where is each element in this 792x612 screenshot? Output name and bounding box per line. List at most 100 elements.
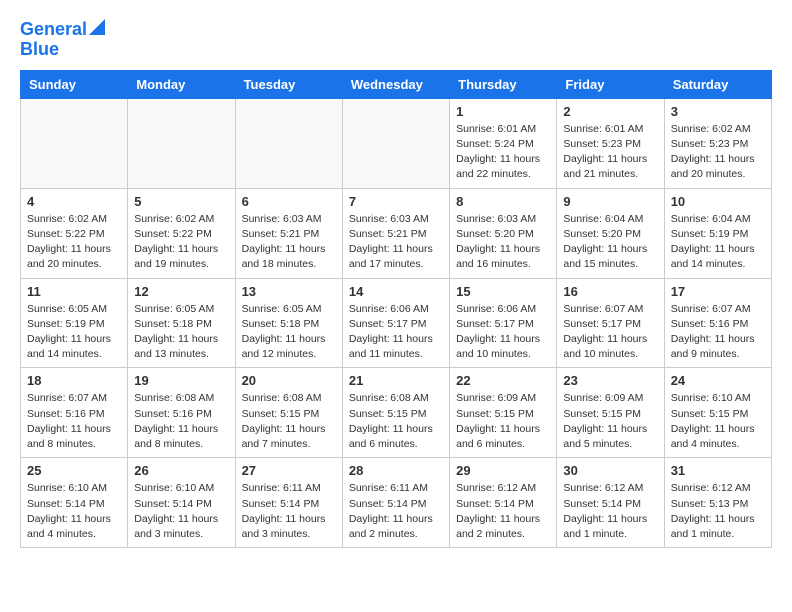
day-number: 1: [456, 104, 550, 119]
day-info: Sunrise: 6:06 AM Sunset: 5:17 PM Dayligh…: [349, 302, 443, 363]
day-of-week-header: Friday: [557, 70, 664, 98]
logo-text-blue: Blue: [20, 39, 59, 59]
calendar-week-row: 4 Sunrise: 6:02 AM Sunset: 5:22 PM Daylig…: [21, 188, 772, 278]
day-number: 22: [456, 373, 550, 388]
calendar-week-row: 11 Sunrise: 6:05 AM Sunset: 5:19 PM Dayli…: [21, 278, 772, 368]
day-number: 3: [671, 104, 765, 119]
day-of-week-header: Wednesday: [342, 70, 449, 98]
day-info: Sunrise: 6:11 AM Sunset: 5:14 PM Dayligh…: [349, 481, 443, 542]
calendar-cell: 2 Sunrise: 6:01 AM Sunset: 5:23 PM Daylig…: [557, 98, 664, 188]
day-number: 17: [671, 284, 765, 299]
day-info: Sunrise: 6:05 AM Sunset: 5:19 PM Dayligh…: [27, 302, 121, 363]
day-info: Sunrise: 6:03 AM Sunset: 5:21 PM Dayligh…: [242, 212, 336, 273]
day-number: 21: [349, 373, 443, 388]
day-number: 30: [563, 463, 657, 478]
calendar-cell: 19 Sunrise: 6:08 AM Sunset: 5:16 PM Dayli…: [128, 368, 235, 458]
day-number: 23: [563, 373, 657, 388]
calendar-cell: 11 Sunrise: 6:05 AM Sunset: 5:19 PM Dayli…: [21, 278, 128, 368]
day-info: Sunrise: 6:04 AM Sunset: 5:19 PM Dayligh…: [671, 212, 765, 273]
day-number: 28: [349, 463, 443, 478]
day-of-week-header: Monday: [128, 70, 235, 98]
day-info: Sunrise: 6:12 AM Sunset: 5:13 PM Dayligh…: [671, 481, 765, 542]
calendar-cell: [128, 98, 235, 188]
calendar-header-row: SundayMondayTuesdayWednesdayThursdayFrid…: [21, 70, 772, 98]
day-info: Sunrise: 6:12 AM Sunset: 5:14 PM Dayligh…: [456, 481, 550, 542]
day-info: Sunrise: 6:06 AM Sunset: 5:17 PM Dayligh…: [456, 302, 550, 363]
calendar-cell: 1 Sunrise: 6:01 AM Sunset: 5:24 PM Daylig…: [450, 98, 557, 188]
calendar-cell: 15 Sunrise: 6:06 AM Sunset: 5:17 PM Dayli…: [450, 278, 557, 368]
day-info: Sunrise: 6:03 AM Sunset: 5:20 PM Dayligh…: [456, 212, 550, 273]
day-number: 14: [349, 284, 443, 299]
calendar-cell: 31 Sunrise: 6:12 AM Sunset: 5:13 PM Dayli…: [664, 458, 771, 548]
calendar-cell: [342, 98, 449, 188]
calendar-cell: 10Sunrise: 6:04 AM Sunset: 5:19 PM Dayli…: [664, 188, 771, 278]
day-info: Sunrise: 6:09 AM Sunset: 5:15 PM Dayligh…: [456, 391, 550, 452]
calendar-cell: 6 Sunrise: 6:03 AM Sunset: 5:21 PM Daylig…: [235, 188, 342, 278]
day-number: 9: [563, 194, 657, 209]
day-number: 15: [456, 284, 550, 299]
day-number: 7: [349, 194, 443, 209]
calendar-cell: 23 Sunrise: 6:09 AM Sunset: 5:15 PM Dayli…: [557, 368, 664, 458]
day-info: Sunrise: 6:05 AM Sunset: 5:18 PM Dayligh…: [134, 302, 228, 363]
day-number: 8: [456, 194, 550, 209]
day-number: 18: [27, 373, 121, 388]
day-info: Sunrise: 6:07 AM Sunset: 5:16 PM Dayligh…: [671, 302, 765, 363]
day-number: 29: [456, 463, 550, 478]
day-number: 16: [563, 284, 657, 299]
day-number: 19: [134, 373, 228, 388]
day-info: Sunrise: 6:02 AM Sunset: 5:22 PM Dayligh…: [134, 212, 228, 273]
day-number: 4: [27, 194, 121, 209]
calendar-cell: 14 Sunrise: 6:06 AM Sunset: 5:17 PM Dayli…: [342, 278, 449, 368]
calendar-week-row: 1 Sunrise: 6:01 AM Sunset: 5:24 PM Daylig…: [21, 98, 772, 188]
day-of-week-header: Saturday: [664, 70, 771, 98]
calendar-week-row: 25 Sunrise: 6:10 AM Sunset: 5:14 PM Dayli…: [21, 458, 772, 548]
calendar-cell: 26Sunrise: 6:10 AM Sunset: 5:14 PM Dayli…: [128, 458, 235, 548]
logo-text-general: General: [20, 20, 87, 40]
page-header: General Blue: [20, 20, 772, 60]
calendar-cell: 9 Sunrise: 6:04 AM Sunset: 5:20 PM Daylig…: [557, 188, 664, 278]
day-info: Sunrise: 6:02 AM Sunset: 5:22 PM Dayligh…: [27, 212, 121, 273]
day-number: 25: [27, 463, 121, 478]
day-info: Sunrise: 6:08 AM Sunset: 5:15 PM Dayligh…: [349, 391, 443, 452]
calendar-cell: 8 Sunrise: 6:03 AM Sunset: 5:20 PM Daylig…: [450, 188, 557, 278]
calendar-cell: 25 Sunrise: 6:10 AM Sunset: 5:14 PM Dayli…: [21, 458, 128, 548]
day-number: 11: [27, 284, 121, 299]
calendar-cell: 22 Sunrise: 6:09 AM Sunset: 5:15 PM Dayli…: [450, 368, 557, 458]
calendar-body: 1 Sunrise: 6:01 AM Sunset: 5:24 PM Daylig…: [21, 98, 772, 547]
day-info: Sunrise: 6:07 AM Sunset: 5:17 PM Dayligh…: [563, 302, 657, 363]
calendar-cell: 18 Sunrise: 6:07 AM Sunset: 5:16 PM Dayli…: [21, 368, 128, 458]
logo: General Blue: [20, 20, 105, 60]
day-number: 24: [671, 373, 765, 388]
day-number: 2: [563, 104, 657, 119]
logo-arrow-icon: [89, 19, 105, 35]
calendar-cell: 20Sunrise: 6:08 AM Sunset: 5:15 PM Dayli…: [235, 368, 342, 458]
day-info: Sunrise: 6:10 AM Sunset: 5:14 PM Dayligh…: [27, 481, 121, 542]
day-info: Sunrise: 6:03 AM Sunset: 5:21 PM Dayligh…: [349, 212, 443, 273]
day-number: 26: [134, 463, 228, 478]
calendar-table: SundayMondayTuesdayWednesdayThursdayFrid…: [20, 70, 772, 548]
day-number: 31: [671, 463, 765, 478]
day-info: Sunrise: 6:12 AM Sunset: 5:14 PM Dayligh…: [563, 481, 657, 542]
day-info: Sunrise: 6:09 AM Sunset: 5:15 PM Dayligh…: [563, 391, 657, 452]
day-number: 5: [134, 194, 228, 209]
calendar-cell: 5 Sunrise: 6:02 AM Sunset: 5:22 PM Daylig…: [128, 188, 235, 278]
day-info: Sunrise: 6:01 AM Sunset: 5:24 PM Dayligh…: [456, 122, 550, 183]
day-info: Sunrise: 6:11 AM Sunset: 5:14 PM Dayligh…: [242, 481, 336, 542]
day-info: Sunrise: 6:01 AM Sunset: 5:23 PM Dayligh…: [563, 122, 657, 183]
day-info: Sunrise: 6:07 AM Sunset: 5:16 PM Dayligh…: [27, 391, 121, 452]
calendar-cell: 13Sunrise: 6:05 AM Sunset: 5:18 PM Dayli…: [235, 278, 342, 368]
calendar-cell: 24Sunrise: 6:10 AM Sunset: 5:15 PM Dayli…: [664, 368, 771, 458]
calendar-cell: 29 Sunrise: 6:12 AM Sunset: 5:14 PM Dayli…: [450, 458, 557, 548]
day-of-week-header: Sunday: [21, 70, 128, 98]
day-number: 13: [242, 284, 336, 299]
day-info: Sunrise: 6:02 AM Sunset: 5:23 PM Dayligh…: [671, 122, 765, 183]
calendar-cell: 3 Sunrise: 6:02 AM Sunset: 5:23 PM Daylig…: [664, 98, 771, 188]
calendar-cell: 27Sunrise: 6:11 AM Sunset: 5:14 PM Dayli…: [235, 458, 342, 548]
day-info: Sunrise: 6:08 AM Sunset: 5:16 PM Dayligh…: [134, 391, 228, 452]
day-number: 6: [242, 194, 336, 209]
calendar-cell: 4 Sunrise: 6:02 AM Sunset: 5:22 PM Daylig…: [21, 188, 128, 278]
day-info: Sunrise: 6:04 AM Sunset: 5:20 PM Dayligh…: [563, 212, 657, 273]
calendar-cell: 28 Sunrise: 6:11 AM Sunset: 5:14 PM Dayli…: [342, 458, 449, 548]
day-of-week-header: Tuesday: [235, 70, 342, 98]
calendar-cell: 17 Sunrise: 6:07 AM Sunset: 5:16 PM Dayli…: [664, 278, 771, 368]
